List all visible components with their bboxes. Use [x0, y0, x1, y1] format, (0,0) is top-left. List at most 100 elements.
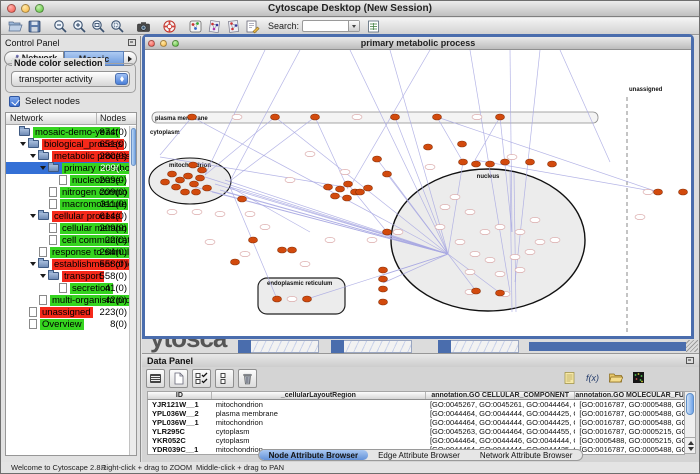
- graph-node-outline[interactable]: [435, 224, 445, 229]
- new-attribute-icon[interactable]: [169, 369, 188, 388]
- graph-node-outline[interactable]: [205, 239, 215, 244]
- delete-attribute-icon[interactable]: [238, 369, 257, 388]
- graph-node-outline[interactable]: [340, 169, 350, 174]
- graph-node[interactable]: [459, 159, 468, 165]
- graph-node-outline[interactable]: [550, 237, 560, 242]
- snapshot-icon[interactable]: [136, 19, 151, 34]
- graph-node[interactable]: [311, 114, 320, 120]
- tab-node-attribute-browser[interactable]: Node Attribute Browser: [259, 450, 369, 460]
- help-icon[interactable]: [162, 19, 177, 34]
- graph-node-outline[interactable]: [530, 217, 540, 222]
- matrix-icon[interactable]: [630, 369, 649, 388]
- graph-node-outline[interactable]: [393, 229, 403, 234]
- graph-node-outline[interactable]: [305, 151, 315, 156]
- graph-node[interactable]: [496, 114, 505, 120]
- select-attributes-icon[interactable]: [192, 369, 211, 388]
- tree-row[interactable]: cellular process614(0): [6, 210, 129, 222]
- background-window[interactable]: [238, 340, 319, 353]
- tree-col-network[interactable]: Network: [6, 113, 96, 124]
- graph-node-outline[interactable]: [472, 114, 482, 119]
- graph-node-outline[interactable]: [480, 229, 490, 234]
- table-row[interactable]: YLR295Ccytoplasm[GO:0045263, GO:0044464,…: [148, 427, 684, 436]
- graph-node-outline[interactable]: [325, 237, 335, 242]
- graph-node[interactable]: [472, 288, 481, 294]
- graph-node[interactable]: [198, 167, 207, 173]
- select-nodes-checkbox[interactable]: [9, 96, 20, 107]
- tree-expand-arrow-icon[interactable]: [20, 138, 28, 150]
- tree-row[interactable]: multi-organism pro42(0): [6, 294, 129, 306]
- graph-node[interactable]: [496, 290, 505, 296]
- tree-row[interactable]: mosaic-demo-yeast874(0): [6, 126, 129, 138]
- graph-node[interactable]: [172, 184, 181, 190]
- table-scrollbar-thumb[interactable]: [686, 393, 694, 415]
- graph-node[interactable]: [168, 171, 177, 177]
- graph-node[interactable]: [336, 186, 345, 192]
- tree-expand-arrow-icon[interactable]: [30, 210, 38, 222]
- tree-row[interactable]: unassigned223(0): [6, 306, 129, 318]
- background-window-edge[interactable]: [529, 342, 691, 351]
- graph-node[interactable]: [189, 162, 198, 168]
- graph-node[interactable]: [303, 296, 312, 302]
- graph-node-outline[interactable]: [495, 271, 505, 276]
- graph-node[interactable]: [278, 247, 287, 253]
- tree-scrollbar-thumb[interactable]: [131, 128, 136, 166]
- zoom-fit-icon[interactable]: [110, 19, 125, 34]
- graph-node[interactable]: [501, 159, 510, 165]
- background-window[interactable]: [438, 340, 519, 353]
- zoom-out-icon[interactable]: [53, 19, 68, 34]
- graph-node-outline[interactable]: [285, 177, 295, 182]
- table-row[interactable]: YKR052Ccytoplasm[GO:0044464, GO:0044446,…: [148, 436, 684, 445]
- table-scrollbar[interactable]: [684, 391, 696, 454]
- graph-node[interactable]: [188, 114, 197, 120]
- tree-row[interactable]: establishment of lo558(0): [6, 258, 129, 270]
- graph-node[interactable]: [472, 161, 481, 167]
- graph-node-outline[interactable]: [260, 224, 270, 229]
- graph-node-outline[interactable]: [425, 164, 435, 169]
- graph-node-outline[interactable]: [367, 237, 377, 242]
- graph-node-outline[interactable]: [507, 154, 517, 159]
- tree-row[interactable]: Overview8(0): [6, 318, 129, 330]
- tree-scrollbar[interactable]: [129, 126, 136, 455]
- graph-node-outline[interactable]: [232, 114, 242, 119]
- tree-row[interactable]: macromolecule311(0): [6, 198, 129, 210]
- float-data-panel-icon[interactable]: [686, 357, 694, 364]
- notepad-icon[interactable]: [561, 369, 580, 388]
- graph-node-outline[interactable]: [495, 224, 505, 229]
- graph-node-outline[interactable]: [455, 239, 465, 244]
- graph-node-outline[interactable]: [515, 229, 525, 234]
- search-input[interactable]: [302, 20, 360, 32]
- graph-node-outline[interactable]: [515, 267, 525, 272]
- graph-node[interactable]: [391, 114, 400, 120]
- background-window[interactable]: [331, 340, 412, 353]
- graph-node[interactable]: [203, 185, 212, 191]
- table-row[interactable]: YPL036W__2plasma membrane[GO:0044464, GO…: [148, 409, 684, 418]
- graph-node-outline[interactable]: [510, 254, 520, 259]
- table-column-header[interactable]: annotation.GO CELLULAR_COMPONENT: [426, 392, 575, 399]
- network-canvas[interactable]: plasma membrane cytoplasm mitochondrion …: [145, 50, 691, 336]
- graph-node[interactable]: [379, 267, 388, 273]
- graph-node-outline[interactable]: [240, 251, 250, 256]
- tree-col-nodes[interactable]: Nodes: [96, 113, 136, 124]
- tree-row[interactable]: nucleobase-209(0): [6, 174, 129, 186]
- table-column-header[interactable]: annotation.GO MOLECULAR_FUNCTION: [575, 392, 684, 399]
- graph-node[interactable]: [458, 141, 467, 147]
- graph-node[interactable]: [161, 179, 170, 185]
- zoom-selected-icon[interactable]: [91, 19, 106, 34]
- search-dropdown-button[interactable]: [348, 21, 359, 31]
- graph-node[interactable]: [526, 159, 535, 165]
- graph-node[interactable]: [344, 181, 353, 187]
- graph-node[interactable]: [379, 276, 388, 282]
- tree-row[interactable]: secretion41(0): [6, 282, 129, 294]
- graph-node[interactable]: [383, 229, 392, 235]
- graph-node[interactable]: [238, 196, 247, 202]
- graph-node[interactable]: [486, 161, 495, 167]
- open-icon[interactable]: [8, 19, 23, 34]
- tree-expand-arrow-icon[interactable]: [40, 162, 48, 174]
- graph-node-outline[interactable]: [643, 189, 653, 194]
- graph-node[interactable]: [356, 189, 365, 195]
- tree-expand-arrow-icon[interactable]: [30, 258, 38, 270]
- graph-node[interactable]: [181, 189, 190, 195]
- tab-edge-attribute-browser[interactable]: Edge Attribute Browser: [368, 450, 470, 460]
- resize-grip-icon[interactable]: [686, 340, 698, 352]
- graph-node-outline[interactable]: [635, 214, 645, 219]
